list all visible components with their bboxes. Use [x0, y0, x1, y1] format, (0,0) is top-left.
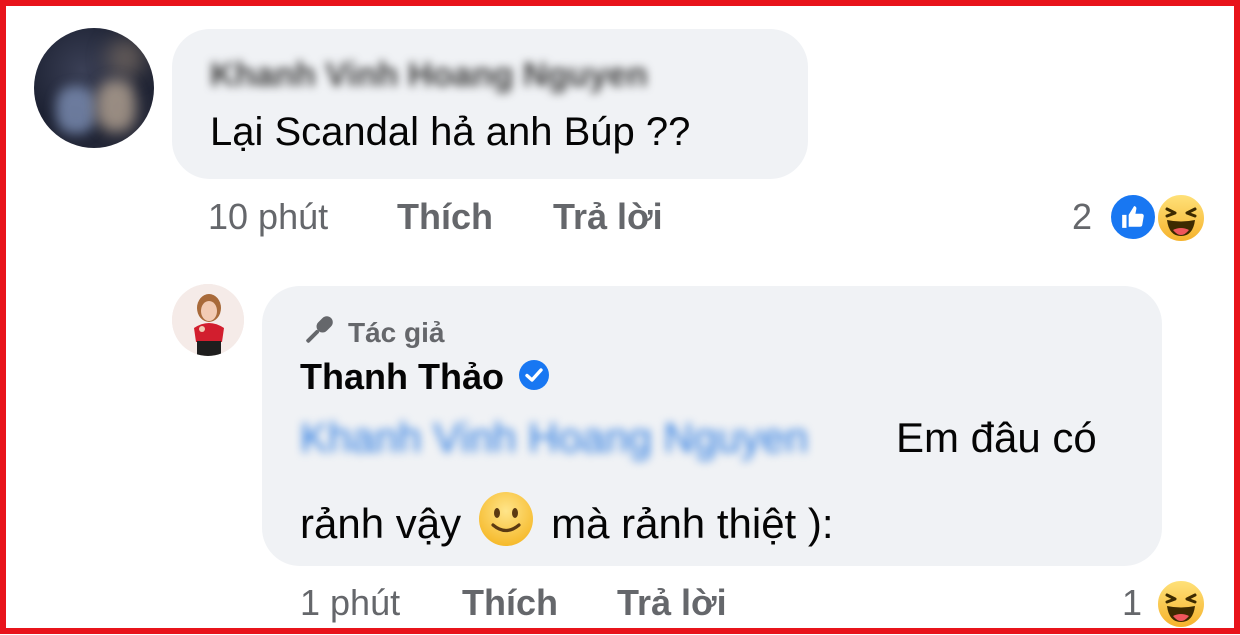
comment-author-name[interactable]: Khanh Vinh Hoang Nguyen: [210, 56, 648, 95]
smile-emoji-icon: [477, 490, 535, 558]
microphone-icon: [300, 311, 338, 354]
comment-text: Lại Scandal hả anh Búp ??: [210, 110, 691, 154]
comment-author-name[interactable]: Thanh Thảo: [300, 356, 504, 398]
reaction-count[interactable]: 1: [1122, 582, 1142, 624]
like-button[interactable]: Thích: [462, 582, 558, 624]
comment-timestamp[interactable]: 10 phút: [208, 196, 328, 238]
comment-timestamp[interactable]: 1 phút: [300, 582, 400, 624]
comment-text: Em đâu có: [896, 414, 1097, 461]
reaction-count[interactable]: 2: [1072, 196, 1092, 238]
verified-badge-icon: [518, 359, 550, 396]
author-badge-label: Tác giả: [348, 316, 445, 348]
comment-bubble: [172, 29, 808, 179]
avatar[interactable]: [172, 284, 244, 356]
haha-icon[interactable]: [1155, 578, 1207, 635]
like-button[interactable]: Thích: [397, 196, 493, 238]
reply-button[interactable]: Trả lời: [617, 582, 727, 624]
comment-text-line: rảnh vậy mà rảnh thiệt ):: [300, 490, 834, 558]
like-icon[interactable]: [1108, 192, 1158, 242]
mention-link[interactable]: Khanh Vinh Hoang Nguyen: [300, 414, 808, 462]
comment-text-part: mà rảnh thiệt ):: [551, 500, 834, 547]
comment-author: Thanh Thảo: [300, 356, 550, 398]
comment-text-part: rảnh vậy: [300, 500, 462, 547]
haha-icon[interactable]: [1155, 192, 1207, 249]
author-badge: Tác giả: [300, 311, 444, 354]
reply-button[interactable]: Trả lời: [553, 196, 663, 238]
avatar[interactable]: [34, 28, 154, 148]
